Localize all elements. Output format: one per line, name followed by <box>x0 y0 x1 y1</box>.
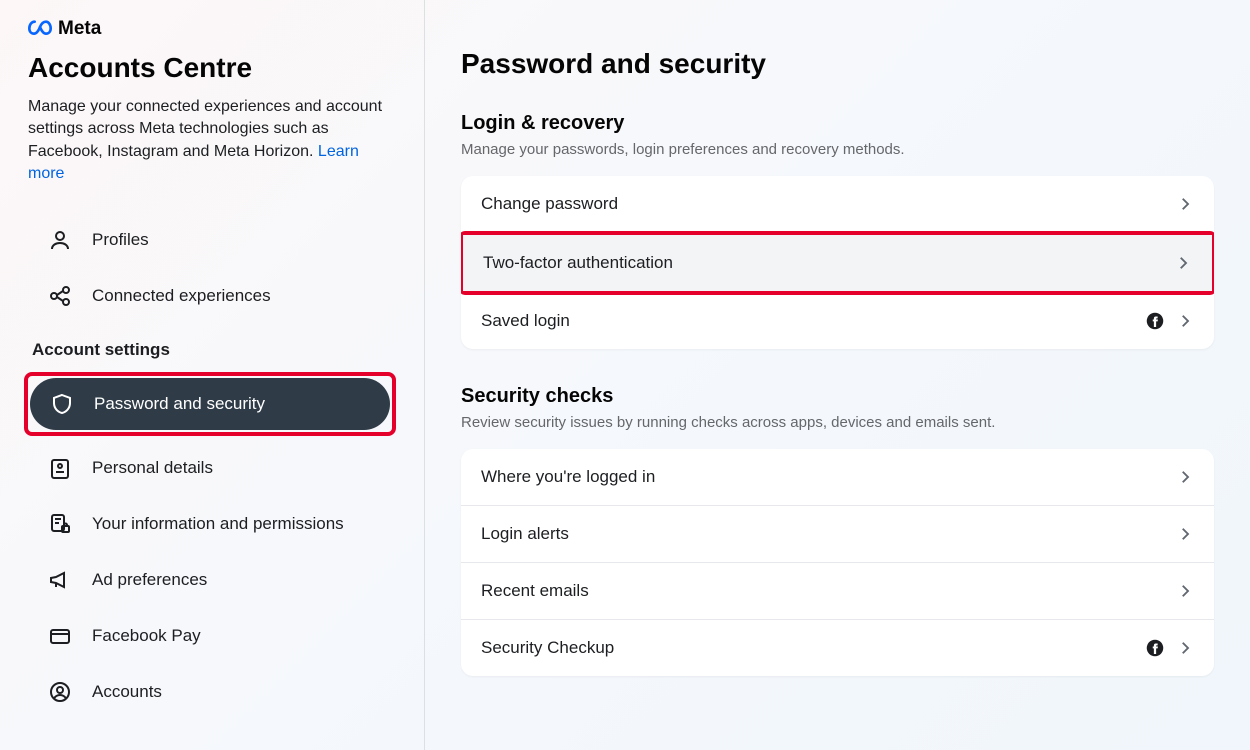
row-label: Login alerts <box>481 524 569 544</box>
chevron-right-icon <box>1176 525 1194 543</box>
credit-card-icon <box>48 624 72 648</box>
sidebar: Meta Accounts Centre Manage your connect… <box>0 0 425 750</box>
sidebar-description: Manage your connected experiences and ac… <box>28 96 396 186</box>
row-two-factor-authentication[interactable]: Two-factor authentication <box>463 235 1212 291</box>
row-security-checkup[interactable]: Security Checkup <box>461 620 1214 676</box>
chevron-right-icon <box>1174 254 1192 272</box>
document-lock-icon <box>48 512 72 536</box>
highlight-box-sidebar: Password and security <box>24 372 396 436</box>
sidebar-item-label: Profiles <box>92 230 149 250</box>
main-panel: Password and security Login & recovery M… <box>425 0 1250 750</box>
id-card-icon <box>48 456 72 480</box>
row-label: Saved login <box>481 311 570 331</box>
meta-logo: Meta <box>28 18 396 40</box>
row-label: Change password <box>481 194 618 214</box>
sidebar-item-personal-details[interactable]: Personal details <box>28 442 396 494</box>
row-recent-emails[interactable]: Recent emails <box>461 563 1214 620</box>
sidebar-item-label: Your information and permissions <box>92 514 344 534</box>
page-title: Password and security <box>461 48 1214 80</box>
row-label: Security Checkup <box>481 638 614 658</box>
megaphone-icon <box>48 568 72 592</box>
section-title-login-recovery: Login & recovery <box>461 112 1214 135</box>
sidebar-item-facebook-pay[interactable]: Facebook Pay <box>28 610 396 662</box>
sidebar-item-label: Connected experiences <box>92 286 271 306</box>
facebook-icon <box>1146 639 1164 657</box>
chevron-right-icon <box>1176 312 1194 330</box>
row-label: Recent emails <box>481 581 589 601</box>
user-circle-icon <box>48 680 72 704</box>
highlight-box-two-factor: Two-factor authentication <box>461 231 1214 295</box>
chevron-right-icon <box>1176 639 1194 657</box>
row-login-alerts[interactable]: Login alerts <box>461 506 1214 563</box>
row-change-password[interactable]: Change password <box>461 176 1214 233</box>
row-saved-login[interactable]: Saved login <box>461 293 1214 349</box>
chevron-right-icon <box>1176 195 1194 213</box>
chevron-right-icon <box>1176 468 1194 486</box>
sidebar-item-label: Ad preferences <box>92 570 207 590</box>
connections-icon <box>48 284 72 308</box>
shield-icon <box>50 392 74 416</box>
security-checks-card: Where you're logged in Login alerts Rece… <box>461 449 1214 676</box>
row-label: Where you're logged in <box>481 467 655 487</box>
chevron-right-icon <box>1176 582 1194 600</box>
sidebar-item-info-permissions[interactable]: Your information and permissions <box>28 498 396 550</box>
sidebar-item-label: Accounts <box>92 682 162 702</box>
row-where-youre-logged-in[interactable]: Where you're logged in <box>461 449 1214 506</box>
row-label: Two-factor authentication <box>483 253 673 273</box>
section-subtitle-security-checks: Review security issues by running checks… <box>461 414 1214 431</box>
account-settings-heading: Account settings <box>32 340 396 360</box>
sidebar-title: Accounts Centre <box>28 52 396 84</box>
section-title-security-checks: Security checks <box>461 385 1214 408</box>
sidebar-item-label: Personal details <box>92 458 213 478</box>
facebook-icon <box>1146 312 1164 330</box>
sidebar-item-accounts[interactable]: Accounts <box>28 666 396 718</box>
sidebar-item-label: Facebook Pay <box>92 626 201 646</box>
sidebar-item-ad-preferences[interactable]: Ad preferences <box>28 554 396 606</box>
section-subtitle-login-recovery: Manage your passwords, login preferences… <box>461 141 1214 158</box>
brand-name: Meta <box>58 18 101 40</box>
sidebar-item-connected-experiences[interactable]: Connected experiences <box>28 270 396 322</box>
login-recovery-card: Change password Two-factor authenticatio… <box>461 176 1214 349</box>
sidebar-item-password-security[interactable]: Password and security <box>30 378 390 430</box>
meta-infinity-icon <box>28 19 52 40</box>
sidebar-item-label: Password and security <box>94 394 265 414</box>
sidebar-item-profiles[interactable]: Profiles <box>28 214 396 266</box>
person-icon <box>48 228 72 252</box>
